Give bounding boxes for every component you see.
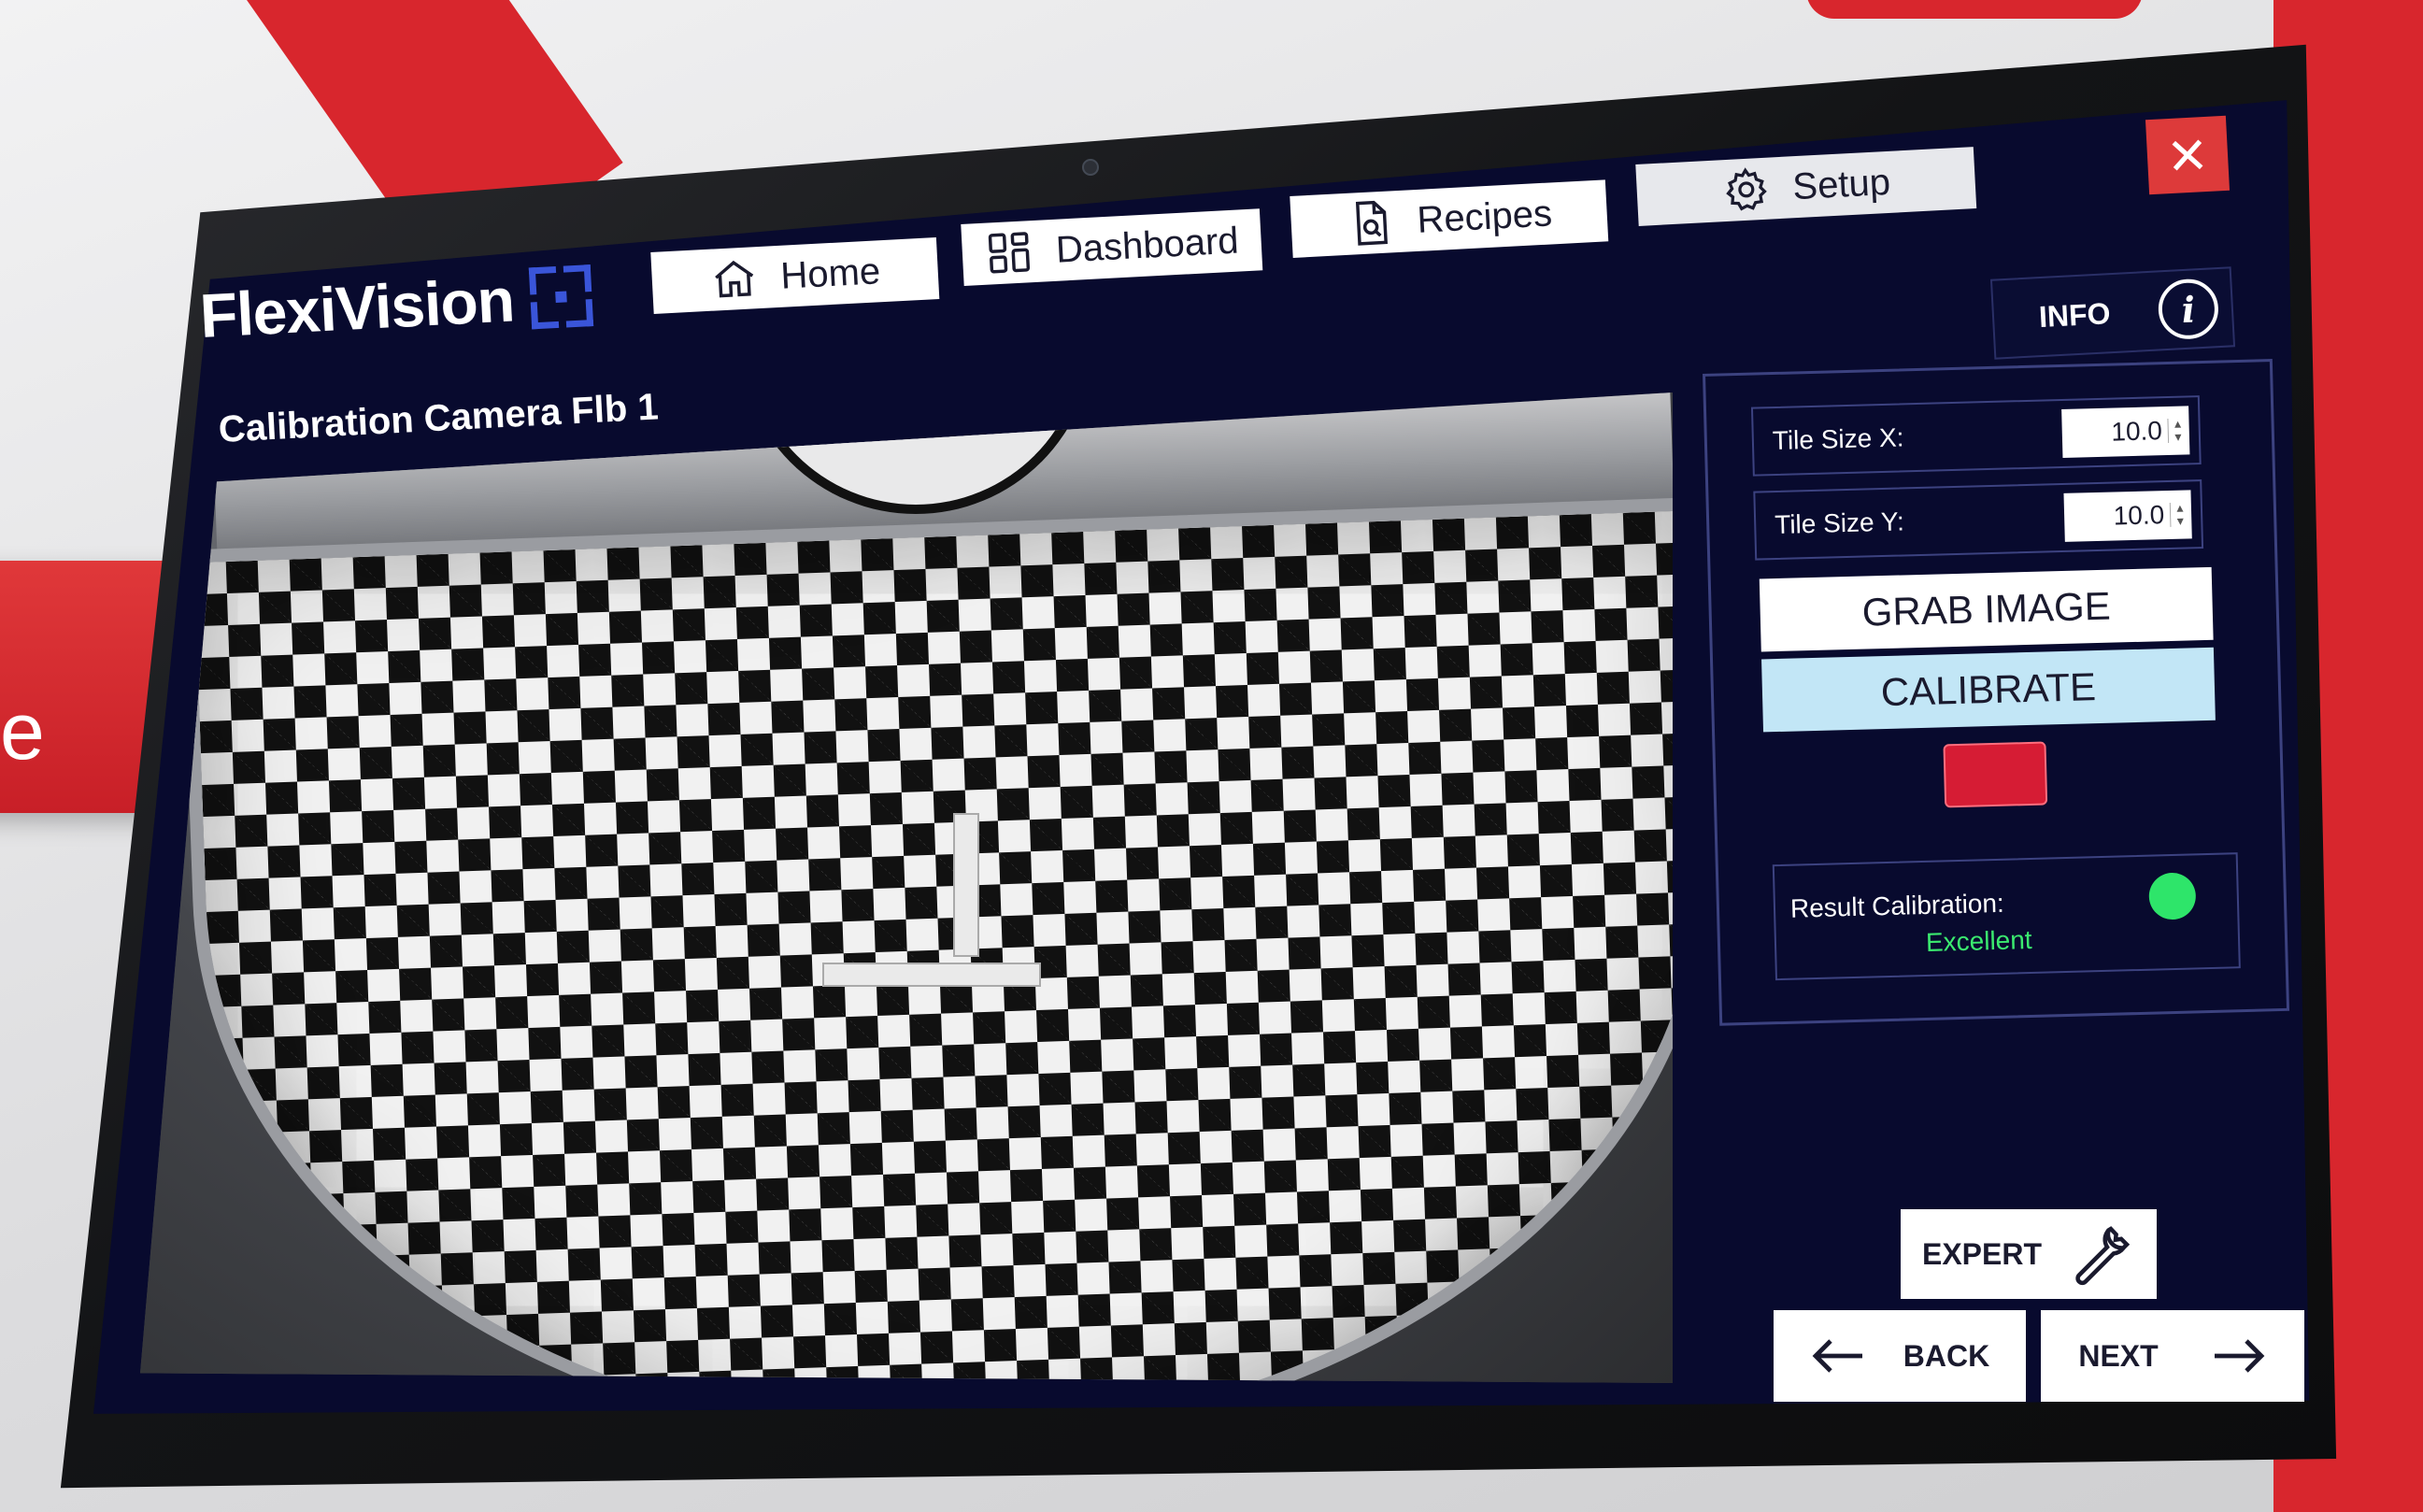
back-button[interactable]: BACK	[1774, 1310, 2026, 1402]
tile-size-x-field: Tile Size X: 10.0 ▲ ▼	[1750, 395, 2202, 477]
tile-size-y-input[interactable]: 10.0 ▲ ▼	[2063, 490, 2192, 542]
result-status-led	[2148, 872, 2197, 920]
back-label: BACK	[1903, 1338, 1990, 1373]
next-button[interactable]: NEXT	[2041, 1310, 2304, 1402]
scan-target-icon	[529, 264, 594, 330]
close-icon	[2172, 139, 2203, 171]
tablet-device: FlexiVision Home Dashboard Recipes Setup…	[0, 0, 2423, 1512]
grab-image-button[interactable]: GRAB IMAGE	[1759, 566, 2214, 652]
info-button[interactable]: INFO i	[1989, 266, 2236, 360]
info-icon: i	[2157, 278, 2220, 341]
tile-size-y-label: Tile Size Y:	[1774, 506, 1905, 540]
stepper-down-icon[interactable]: ▼	[2173, 431, 2184, 444]
tab-setup-label: Setup	[1791, 161, 1892, 207]
tile-size-x-value: 10.0	[2110, 416, 2163, 447]
status-indicator	[1943, 741, 2048, 808]
gear-icon	[1725, 167, 1767, 211]
tab-dashboard-label: Dashboard	[1054, 220, 1240, 271]
result-calibration-box: Result Calibration: Excellent	[1772, 852, 2241, 981]
calibration-panel: Tile Size X: 10.0 ▲ ▼ Tile Size Y: 10.0 …	[1703, 359, 2290, 1026]
tile-size-y-stepper[interactable]: ▲ ▼	[2169, 502, 2186, 528]
tile-size-y-field: Tile Size Y: 10.0 ▲ ▼	[1753, 479, 2204, 561]
tablet-camera	[1082, 159, 1099, 176]
tile-size-x-stepper[interactable]: ▲ ▼	[2167, 418, 2184, 444]
camera-image	[140, 392, 1673, 1383]
grid-icon	[988, 232, 1031, 274]
result-calibration-label: Result Calibration:	[1789, 888, 2005, 923]
close-button[interactable]	[2145, 115, 2231, 195]
wrench-icon	[2075, 1226, 2131, 1286]
info-label: INFO	[2038, 295, 2112, 334]
stepper-down-icon[interactable]: ▼	[2174, 515, 2186, 528]
stepper-up-icon[interactable]: ▲	[2174, 502, 2186, 515]
home-icon	[714, 260, 753, 298]
checkerboard-marker-vertical	[953, 813, 979, 957]
tab-recipes-label: Recipes	[1416, 192, 1553, 241]
tile-size-x-label: Tile Size X:	[1772, 422, 1904, 456]
checkerboard-marker-horizontal	[822, 963, 1041, 987]
calibration-checkerboard	[180, 496, 1673, 1383]
calibrate-button[interactable]: CALIBRATE	[1761, 647, 2216, 733]
document-search-icon	[1355, 200, 1388, 246]
expert-label: EXPERT	[1921, 1236, 2043, 1271]
result-calibration-value: Excellent	[1925, 924, 2033, 957]
tab-home-label: Home	[779, 250, 882, 297]
arrow-right-icon	[2214, 1339, 2265, 1373]
next-label: NEXT	[2078, 1338, 2159, 1373]
stepper-up-icon[interactable]: ▲	[2173, 418, 2184, 431]
expert-button[interactable]: EXPERT	[1901, 1209, 2157, 1299]
arrow-left-icon	[1812, 1339, 1862, 1373]
tile-size-x-input[interactable]: 10.0 ▲ ▼	[2061, 406, 2190, 458]
tile-size-y-value: 10.0	[2113, 500, 2165, 531]
